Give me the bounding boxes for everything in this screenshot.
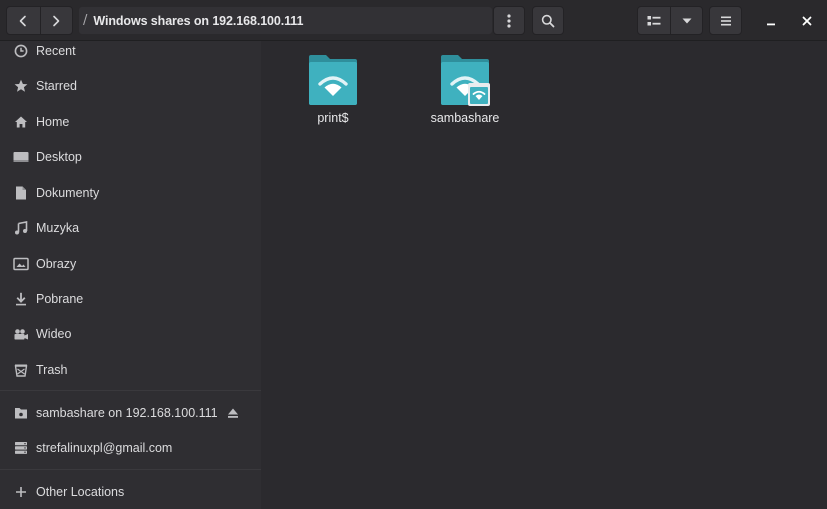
- sidebar-item-starred[interactable]: Starred: [0, 71, 261, 101]
- sidebar-separator: [0, 469, 261, 470]
- video-icon: [13, 326, 29, 342]
- hamburger-menu-icon: [720, 16, 731, 25]
- star-icon: [13, 78, 29, 94]
- sidebar-item-label: Starred: [36, 79, 77, 93]
- plus-icon: [13, 484, 29, 500]
- view-mode-button[interactable]: [637, 6, 671, 35]
- list-view-icon: [647, 15, 661, 25]
- minimize-button[interactable]: [761, 11, 781, 31]
- sidebar-item-sambashare-mount[interactable]: sambashare on 192.168.100.111: [0, 398, 261, 428]
- file-name: print$: [317, 111, 349, 125]
- music-icon: [13, 220, 29, 236]
- sidebar-item-desktop[interactable]: Desktop: [0, 142, 261, 172]
- sidebar-item-label: Obrazy: [36, 257, 77, 271]
- file-item-sambashare[interactable]: sambashare: [415, 53, 515, 125]
- sidebar: Recent Starred Home Desktop Dokumenty Mu…: [0, 41, 261, 509]
- document-icon: [13, 185, 29, 201]
- search-button[interactable]: [532, 6, 564, 35]
- close-icon: [802, 16, 812, 26]
- file-view[interactable]: print$ sambashare: [261, 41, 827, 509]
- sidebar-item-label: Dokumenty: [36, 186, 100, 200]
- sidebar-item-label: Trash: [36, 363, 68, 377]
- eject-icon[interactable]: [226, 406, 240, 420]
- sidebar-item-muzyka[interactable]: Muzyka: [0, 213, 261, 243]
- chevron-left-icon: [19, 15, 27, 26]
- close-button[interactable]: [797, 11, 817, 31]
- chevron-down-icon: [682, 18, 691, 23]
- search-icon: [541, 14, 555, 27]
- sidebar-item-obrazy[interactable]: Obrazy: [0, 249, 261, 279]
- main-menu-button[interactable]: [709, 6, 742, 35]
- forward-button[interactable]: [39, 7, 73, 34]
- sidebar-item-label: sambashare on 192.168.100.111: [36, 406, 218, 420]
- sidebar-item-label: Home: [36, 115, 70, 129]
- sidebar-item-label: Recent: [36, 44, 76, 58]
- download-icon: [13, 291, 29, 307]
- picture-icon: [13, 256, 29, 272]
- sidebar-item-trash[interactable]: Trash: [0, 355, 261, 385]
- sidebar-item-recent[interactable]: Recent: [0, 36, 261, 66]
- trash-icon: [13, 362, 29, 378]
- chevron-right-icon: [53, 15, 60, 26]
- sidebar-item-online-account[interactable]: strefalinuxpl@gmail.com: [0, 433, 261, 463]
- file-item-print[interactable]: print$: [283, 53, 383, 125]
- current-location-label[interactable]: Windows shares on 192.168.100.111: [93, 14, 303, 28]
- mounted-network-share-folder-icon: [441, 55, 490, 106]
- clock-icon: [13, 43, 29, 59]
- sidebar-item-label: Other Locations: [36, 485, 125, 499]
- sidebar-item-label: strefalinuxpl@gmail.com: [36, 441, 173, 455]
- sidebar-item-label: Muzyka: [36, 221, 80, 235]
- sidebar-item-label: Wideo: [36, 327, 72, 341]
- vertical-ellipsis-icon: [507, 13, 511, 28]
- sidebar-item-label: Desktop: [36, 150, 82, 164]
- header-bar: / Windows shares on 192.168.100.111: [0, 0, 827, 41]
- minimize-icon: [767, 23, 775, 26]
- path-separator: /: [83, 13, 88, 28]
- desktop-icon: [13, 149, 29, 165]
- back-button[interactable]: [7, 7, 40, 34]
- network-share-folder-icon: [309, 55, 357, 105]
- sidebar-item-other-locations[interactable]: Other Locations: [0, 477, 261, 507]
- sidebar-item-home[interactable]: Home: [0, 107, 261, 137]
- home-icon: [13, 114, 29, 130]
- sidebar-item-label: Pobrane: [36, 292, 84, 306]
- network-folder-icon: [13, 405, 29, 421]
- online-account-icon: [13, 440, 29, 456]
- view-options-button[interactable]: [670, 6, 703, 35]
- sidebar-item-wideo[interactable]: Wideo: [0, 319, 261, 349]
- file-name: sambashare: [430, 111, 500, 125]
- sidebar-item-dokumenty[interactable]: Dokumenty: [0, 178, 261, 208]
- navigation-buttons: [6, 6, 73, 35]
- sidebar-item-pobrane[interactable]: Pobrane: [0, 284, 261, 314]
- path-bar[interactable]: / Windows shares on 192.168.100.111: [78, 6, 493, 35]
- sidebar-separator: [0, 390, 261, 391]
- location-menu-button[interactable]: [493, 6, 525, 35]
